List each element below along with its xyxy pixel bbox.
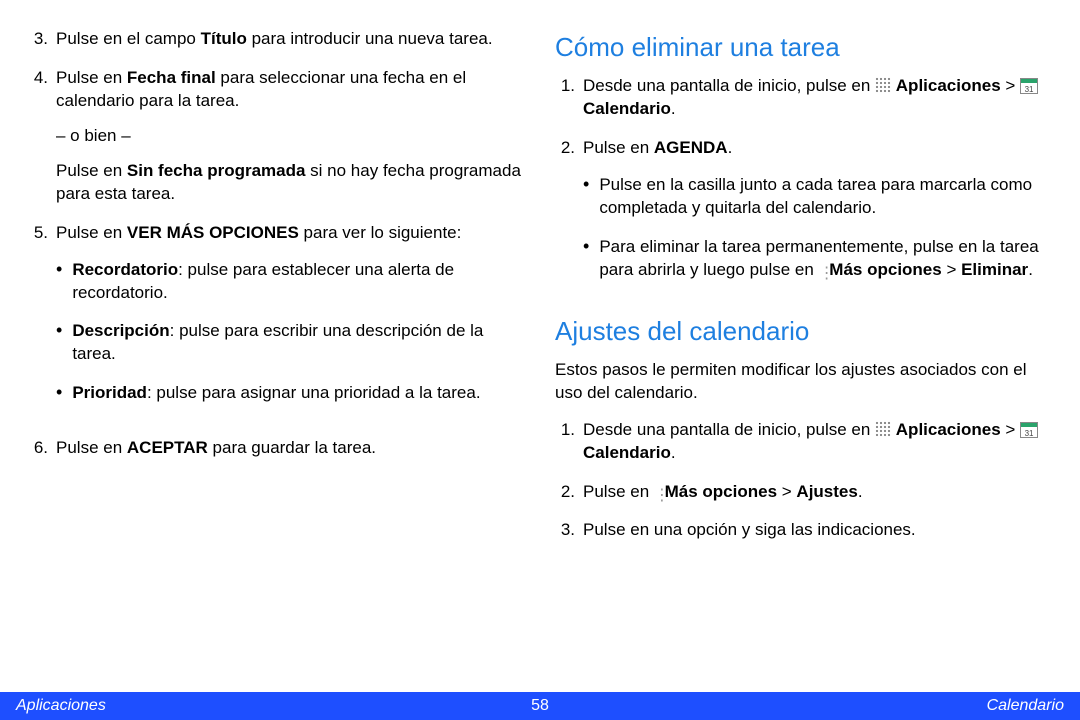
page-content: 3. Pulse en el campo Título para introduc… [0,0,1080,692]
bold-text: Más opciones [665,482,777,501]
bold-text: Ajustes [796,482,857,501]
bold-text: Calendario [583,99,671,118]
ordered-list: 1.Desde una pantalla de inicio, pulse en… [555,75,1052,298]
list-number: 4. [28,67,48,206]
list-item: 1.Desde una pantalla de inicio, pulse en… [555,419,1052,465]
bold-text: Más opciones [829,260,941,279]
footer-right: Calendario [715,697,1064,715]
list-body: Pulse en Más opciones > Ajustes. [583,481,1052,504]
heading-calendar-settings: Ajustes del calendario [555,314,1052,349]
list-body: Pulse en VER MÁS OPCIONES para ver lo si… [56,222,525,422]
list-body: Pulse en AGENDA.Pulse en la casilla junt… [583,137,1052,298]
calendar-icon [1020,78,1038,94]
list-number: 5. [28,222,48,422]
bold-text: AGENDA [654,138,728,157]
list-item: 3. Pulse en el campo Título para introduc… [28,28,525,51]
list-number: 6. [28,437,48,460]
bullet-item: Recordatorio: pulse para establecer una … [56,259,525,305]
list-number: 2. [555,137,575,298]
list-item: 1.Desde una pantalla de inicio, pulse en… [555,75,1052,121]
list-number: 1. [555,75,575,121]
bold-text: VER MÁS OPCIONES [127,223,299,242]
more-options-icon [819,262,825,278]
list-number: 3. [28,28,48,51]
apps-grid-icon [875,421,891,437]
list-body: Pulse en el campo Título para introducir… [56,28,525,51]
bullet-item: Prioridad: pulse para asignar una priori… [56,382,525,405]
list-item: 2. Pulse en Más opciones > Ajustes. [555,481,1052,504]
bold-text: Aplicaciones [896,76,1001,95]
left-column: 3. Pulse en el campo Título para introduc… [28,28,525,692]
list-number: 2. [555,481,575,504]
ordered-list: 3. Pulse en el campo Título para introduc… [28,28,525,460]
bold-text: ACEPTAR [127,438,208,457]
bullet-item: Descripción: pulse para escribir una des… [56,320,525,366]
intro-paragraph: Estos pasos le permiten modificar los aj… [555,359,1052,405]
bullet-list: Pulse en la casilla junto a cada tarea p… [583,174,1052,282]
list-number: 1. [555,419,575,465]
list-body: Pulse en Fecha final para seleccionar un… [56,67,525,206]
calendar-icon [1020,422,1038,438]
bold-text: Calendario [583,443,671,462]
bold-text: Eliminar [961,260,1028,279]
bold-text: Recordatorio [72,260,178,279]
right-column: Cómo eliminar una tarea1.Desde una panta… [555,28,1052,692]
list-number: 3. [555,519,575,542]
list-item: 5.Pulse en VER MÁS OPCIONES para ver lo … [28,222,525,422]
footer-left: Aplicaciones [16,697,365,715]
bullet-list: Recordatorio: pulse para establecer una … [56,259,525,406]
sub-paragraph: Pulse en Sin fecha programada si no hay … [56,160,525,206]
more-options-icon [654,484,660,500]
list-item: 4.Pulse en Fecha final para seleccionar … [28,67,525,206]
bold-text: Título [201,29,247,48]
bold-text: Sin fecha programada [127,161,306,180]
list-item: 6. Pulse en ACEPTAR para guardar la tarea… [28,437,525,460]
apps-grid-icon [875,77,891,93]
bullet-item: Para eliminar la tarea permanentemente, … [583,236,1052,282]
list-body: Desde una pantalla de inicio, pulse en A… [583,75,1052,121]
list-body: Desde una pantalla de inicio, pulse en A… [583,419,1052,465]
list-item: 2.Pulse en AGENDA.Pulse en la casilla ju… [555,137,1052,298]
sub-paragraph: – o bien – [56,125,525,148]
bold-text: Fecha final [127,68,216,87]
list-body: Pulse en una opción y siga las indicacio… [583,519,1052,542]
page-footer: Aplicaciones 58 Calendario [0,692,1080,720]
heading-delete-task: Cómo eliminar una tarea [555,30,1052,65]
bold-text: Aplicaciones [896,420,1001,439]
bold-text: Descripción [72,321,169,340]
ordered-list: 1.Desde una pantalla de inicio, pulse en… [555,419,1052,543]
footer-page-number: 58 [365,697,714,715]
list-item: 3. Pulse en una opción y siga las indicac… [555,519,1052,542]
list-body: Pulse en ACEPTAR para guardar la tarea. [56,437,525,460]
bold-text: Prioridad [72,383,147,402]
bullet-item: Pulse en la casilla junto a cada tarea p… [583,174,1052,220]
